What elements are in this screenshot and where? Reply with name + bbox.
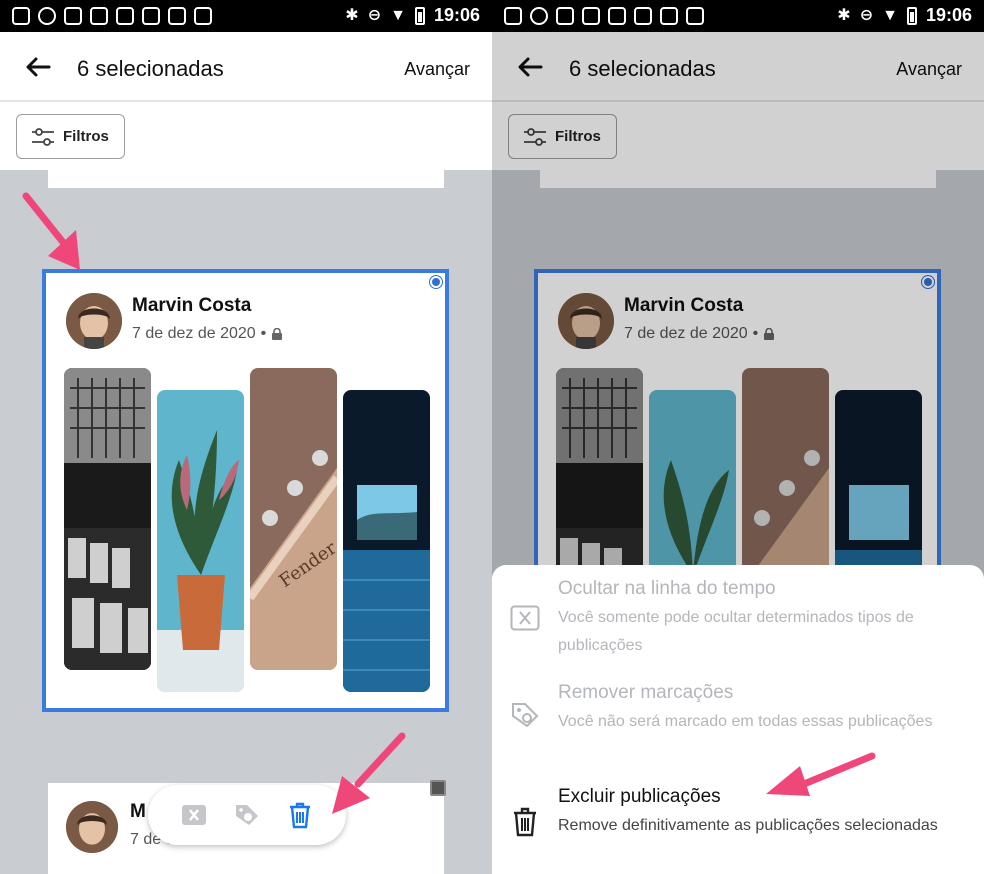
post-date: 7 de dez de 2020 bbox=[132, 325, 256, 342]
clock: 19:06 bbox=[925, 5, 972, 25]
notification-icons bbox=[12, 7, 212, 25]
post-author[interactable]: Marvin Costa bbox=[132, 295, 251, 317]
hide-from-timeline-option[interactable]: Ocultar na linha do tempo Você somente p… bbox=[492, 565, 984, 665]
option-description: Remove definitivamente as publicações se… bbox=[558, 817, 938, 834]
filter-bar: Filtros bbox=[0, 102, 492, 170]
instagram-icon bbox=[582, 7, 600, 25]
status-bar: ✱ ⊖ ▼ 19:06 bbox=[0, 0, 492, 32]
unselected-checkbox[interactable] bbox=[430, 780, 446, 796]
sliders-icon bbox=[32, 127, 54, 146]
instagram-icon bbox=[660, 7, 678, 25]
do-not-disturb-icon: ⊖ bbox=[367, 6, 382, 24]
page-title: 6 selecionadas bbox=[77, 56, 224, 81]
annotation-arrow bbox=[766, 752, 876, 796]
whatsapp-icon bbox=[530, 7, 548, 25]
delete-button[interactable] bbox=[283, 798, 317, 832]
calendar-icon bbox=[194, 7, 212, 25]
selected-post-card[interactable]: Marvin Costa 7 de dez de 2020 • Fender bbox=[42, 269, 449, 712]
post-author[interactable]: M bbox=[130, 801, 146, 823]
message-icon bbox=[12, 7, 30, 25]
option-title: Remover marcações bbox=[558, 682, 734, 703]
actions-bottom-sheet: Ocultar na linha do tempo Você somente p… bbox=[492, 565, 984, 874]
delete-posts-option[interactable]: Excluir publicações Remove definitivamen… bbox=[492, 773, 984, 874]
do-not-disturb-icon: ⊖ bbox=[859, 6, 874, 24]
instagram-icon bbox=[142, 7, 160, 25]
hide-button[interactable] bbox=[177, 798, 211, 832]
notification-icons bbox=[504, 7, 704, 25]
post-meta: 7 de dez de 2020 • bbox=[132, 325, 283, 343]
status-bar: ✱ ⊖ ▼ 19:06 bbox=[492, 0, 984, 32]
close-box-icon bbox=[508, 601, 542, 635]
battery-icon bbox=[906, 6, 917, 25]
remove-tags-option[interactable]: Remover marcações Você não será marcado … bbox=[492, 669, 984, 769]
trash-icon bbox=[508, 805, 542, 839]
instagram-icon bbox=[168, 7, 186, 25]
option-title: Excluir publicações bbox=[558, 786, 721, 807]
tag-icon bbox=[508, 699, 542, 733]
app-bar: 6 selecionadas Avançar bbox=[0, 32, 492, 102]
wifi-icon: ▼ bbox=[390, 6, 406, 24]
tag-icon bbox=[235, 805, 258, 825]
right-screenshot: ✱ ⊖ ▼ 19:06 6 selecionadas Avançar Filtr… bbox=[492, 0, 984, 874]
remove-tags-button[interactable] bbox=[230, 798, 264, 832]
message-icon bbox=[504, 7, 522, 25]
option-title: Ocultar na linha do tempo bbox=[558, 578, 776, 599]
clock: 19:06 bbox=[433, 5, 480, 25]
annotation-arrow bbox=[22, 192, 80, 270]
photo-guitar[interactable]: Fender bbox=[250, 368, 337, 670]
avatar bbox=[66, 293, 122, 349]
bluetooth-icon: ✱ bbox=[837, 6, 851, 24]
photo-keyboard[interactable] bbox=[64, 368, 151, 670]
left-screenshot: ✱ ⊖ ▼ 19:06 6 selecionadas Avançar Filtr… bbox=[0, 0, 492, 874]
gmail-icon bbox=[556, 7, 574, 25]
option-description: Você não será marcado em todas essas pub… bbox=[558, 713, 933, 730]
wifi-icon: ▼ bbox=[882, 6, 898, 24]
battery-icon bbox=[414, 6, 425, 25]
photo-plant[interactable] bbox=[157, 390, 244, 692]
filters-button[interactable]: Filtros bbox=[16, 114, 125, 159]
option-description: Você somente pode ocultar determinados t… bbox=[558, 609, 914, 654]
instagram-icon bbox=[90, 7, 108, 25]
back-button[interactable] bbox=[22, 52, 54, 82]
calendar-icon bbox=[686, 7, 704, 25]
photo-window[interactable] bbox=[343, 390, 430, 692]
back-arrow-icon bbox=[26, 57, 51, 77]
gmail-icon bbox=[64, 7, 82, 25]
previous-post-card bbox=[48, 170, 444, 188]
next-button[interactable]: Avançar bbox=[404, 59, 470, 80]
avatar bbox=[66, 801, 118, 853]
annotation-arrow bbox=[332, 732, 406, 814]
meta-separator: • bbox=[260, 325, 267, 342]
selection-action-bar bbox=[148, 785, 346, 845]
lock-icon bbox=[272, 328, 283, 340]
bluetooth-icon: ✱ bbox=[345, 6, 359, 24]
trash-icon bbox=[289, 802, 310, 829]
gallery-icon bbox=[608, 7, 626, 25]
filters-label: Filtros bbox=[63, 128, 109, 145]
close-box-icon bbox=[182, 805, 207, 825]
instagram-icon bbox=[634, 7, 652, 25]
selected-checkmark[interactable] bbox=[430, 276, 442, 288]
whatsapp-icon bbox=[38, 7, 56, 25]
gallery-icon bbox=[116, 7, 134, 25]
